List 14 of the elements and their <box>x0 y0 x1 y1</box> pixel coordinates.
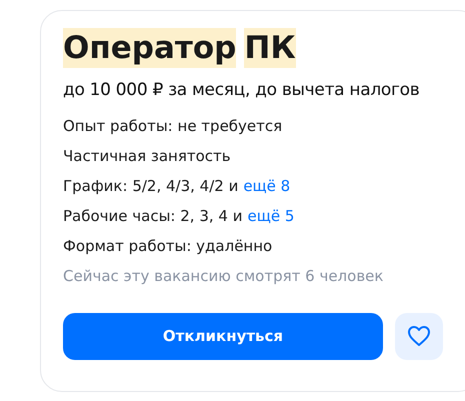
detail-text: График: 5/2, 4/3, 4/2 и <box>63 176 238 198</box>
more-link[interactable]: ещё 8 <box>243 175 290 198</box>
viewers-text: Сейчас эту вакансию смотрят 6 человек <box>63 266 384 288</box>
detail-text: Частичная занятость <box>63 146 231 168</box>
more-link[interactable]: ещё 5 <box>247 205 294 228</box>
apply-button[interactable]: Откликнуться <box>63 312 383 360</box>
salary: до 10 000 ₽ за месяц, до вычета налогов <box>63 79 420 102</box>
favorite-button[interactable] <box>395 312 443 360</box>
vacancy-title: Оператор <box>63 28 236 68</box>
detail-text: Формат работы: удалённо <box>63 236 272 258</box>
heart-icon <box>407 325 431 347</box>
detail-text: Опыт работы: не требуется <box>63 116 282 138</box>
vacancy-title: ПК <box>244 28 296 68</box>
detail-text: Рабочие часы: 2, 3, 4 и <box>63 206 242 228</box>
